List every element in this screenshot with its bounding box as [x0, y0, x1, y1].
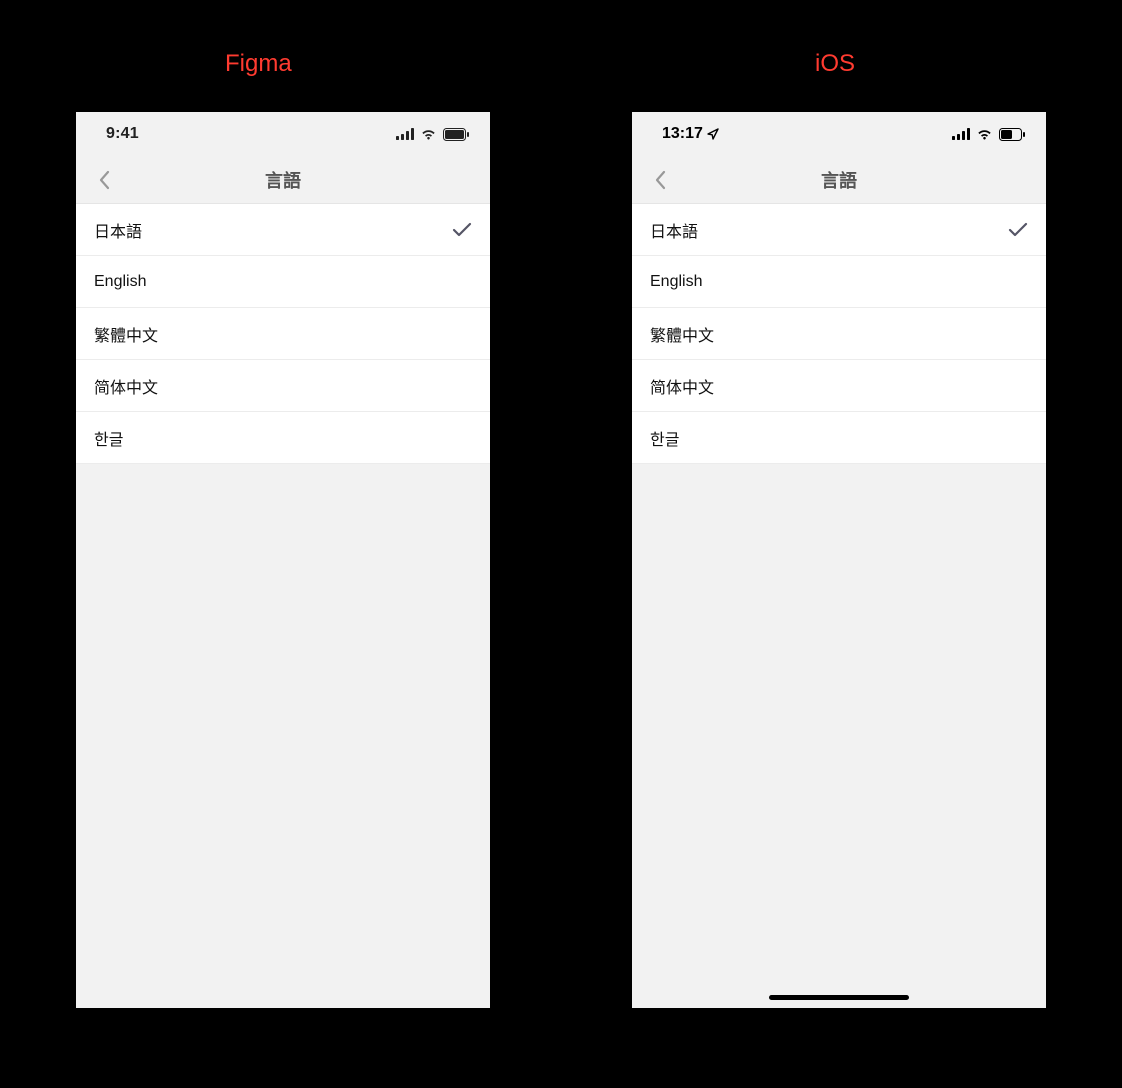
- page-title: 言語: [76, 167, 490, 193]
- list-item-label: 简体中文: [650, 374, 714, 398]
- list-item[interactable]: English: [76, 256, 490, 308]
- cellular-signal-icon: [396, 128, 414, 140]
- back-button[interactable]: [88, 164, 120, 196]
- list-item-label: 繁體中文: [650, 322, 714, 346]
- list-item-label: 日本語: [94, 218, 142, 242]
- status-time: 9:41: [106, 125, 139, 143]
- nav-bar: 言語: [76, 156, 490, 204]
- chevron-left-icon: [654, 170, 666, 190]
- list-item-label: 한글: [650, 426, 679, 450]
- home-indicator[interactable]: [769, 995, 909, 1000]
- list-item[interactable]: 繁體中文: [76, 308, 490, 360]
- language-list: 日本語 English 繁體中文 简体中文 한글: [632, 204, 1046, 464]
- battery-icon: [999, 128, 1026, 141]
- list-item[interactable]: English: [632, 256, 1046, 308]
- device-figma: 9:41 言語 日本語 English 繁體: [76, 112, 490, 1008]
- list-item[interactable]: 简体中文: [76, 360, 490, 412]
- list-item[interactable]: 日本語: [76, 204, 490, 256]
- list-item[interactable]: 한글: [76, 412, 490, 464]
- page-title: 言語: [632, 167, 1046, 193]
- list-item[interactable]: 한글: [632, 412, 1046, 464]
- location-arrow-icon: [707, 128, 719, 140]
- list-item-label: 日本語: [650, 218, 698, 242]
- list-item-label: 한글: [94, 426, 123, 450]
- chevron-left-icon: [98, 170, 110, 190]
- status-bar: 9:41: [76, 112, 490, 156]
- list-item-label: 简体中文: [94, 374, 158, 398]
- panel-label-ios: iOS: [815, 50, 855, 78]
- list-item-label: English: [94, 273, 146, 291]
- status-icons: [952, 128, 1026, 141]
- nav-bar: 言語: [632, 156, 1046, 204]
- checkmark-icon: [452, 222, 472, 238]
- wifi-icon: [976, 128, 993, 140]
- battery-icon: [443, 128, 470, 141]
- panel-label-figma: Figma: [225, 50, 292, 78]
- cellular-signal-icon: [952, 128, 970, 140]
- wifi-icon: [420, 128, 437, 140]
- status-icons: [396, 128, 470, 141]
- device-ios: 13:17 言語 日本語: [632, 112, 1046, 1008]
- status-time: 13:17: [662, 125, 719, 143]
- language-list: 日本語 English 繁體中文 简体中文 한글: [76, 204, 490, 464]
- list-item-label: 繁體中文: [94, 322, 158, 346]
- list-item[interactable]: 简体中文: [632, 360, 1046, 412]
- list-item[interactable]: 日本語: [632, 204, 1046, 256]
- list-item[interactable]: 繁體中文: [632, 308, 1046, 360]
- back-button[interactable]: [644, 164, 676, 196]
- checkmark-icon: [1008, 222, 1028, 238]
- status-bar: 13:17: [632, 112, 1046, 156]
- list-item-label: English: [650, 273, 702, 291]
